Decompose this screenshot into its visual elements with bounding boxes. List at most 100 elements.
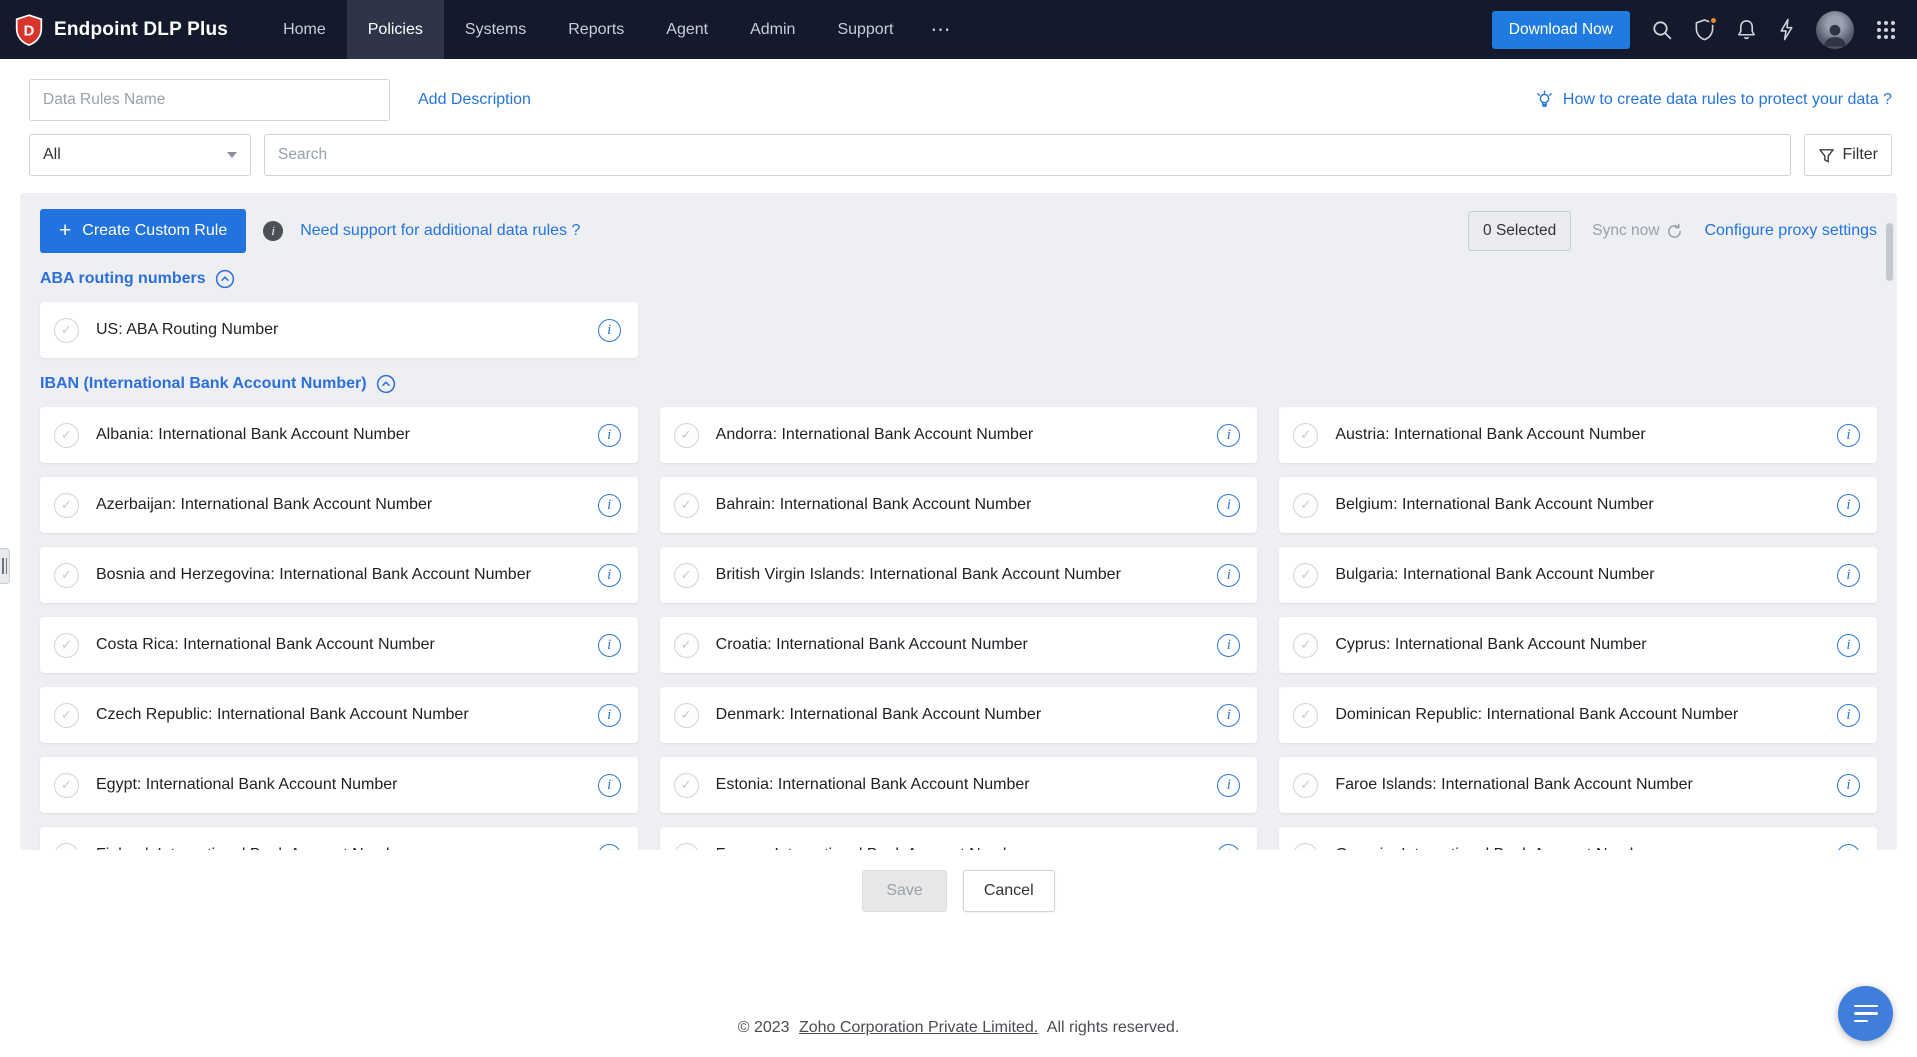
rule-card[interactable]: ✓ Egypt: International Bank Account Numbe… xyxy=(40,757,638,813)
rule-card[interactable]: ✓ Bosnia and Herzegovina: International B… xyxy=(40,547,638,603)
rule-select-circle[interactable]: ✓ xyxy=(54,317,79,343)
rule-info-icon[interactable]: i xyxy=(1837,703,1860,727)
rule-info-icon[interactable]: i xyxy=(597,493,621,517)
rule-card[interactable]: ✓ Estonia: International Bank Account Num… xyxy=(659,757,1258,813)
rule-select-circle[interactable]: ✓ xyxy=(1293,422,1319,448)
rule-info-icon[interactable]: i xyxy=(597,318,621,342)
rule-select-circle[interactable]: ✓ xyxy=(54,492,79,518)
rule-card[interactable]: ✓ Albania: International Bank Account Num… xyxy=(40,407,638,463)
rule-info-icon[interactable]: i xyxy=(1217,423,1241,447)
rule-select-circle[interactable]: ✓ xyxy=(673,632,699,658)
nav-item-admin[interactable]: Admin xyxy=(729,0,816,59)
add-description-link[interactable]: Add Description xyxy=(418,91,531,109)
rule-select-circle[interactable]: ✓ xyxy=(1293,702,1319,728)
nav-item-systems[interactable]: Systems xyxy=(444,0,547,59)
rule-card[interactable]: ✓ Finland: International Bank Account Num… xyxy=(40,827,638,850)
rule-select-circle[interactable]: ✓ xyxy=(1293,842,1319,850)
info-icon[interactable]: i xyxy=(263,221,284,241)
rule-select-circle[interactable]: ✓ xyxy=(54,842,79,850)
nav-item-support[interactable]: Support xyxy=(816,0,914,59)
rule-select-circle[interactable]: ✓ xyxy=(673,772,699,798)
configure-proxy-link[interactable]: Configure proxy settings xyxy=(1704,222,1877,240)
app-brand[interactable]: D Endpoint DLP Plus xyxy=(14,13,228,46)
sync-now-button[interactable]: Sync now xyxy=(1592,222,1683,240)
search-icon[interactable] xyxy=(1651,19,1673,41)
rule-info-icon[interactable]: i xyxy=(1837,843,1860,850)
rule-select-circle[interactable]: ✓ xyxy=(1293,632,1319,658)
panel-scrollbar-thumb[interactable] xyxy=(1886,223,1893,281)
rule-info-icon[interactable]: i xyxy=(1837,773,1860,797)
left-panel-handle[interactable] xyxy=(0,548,10,584)
rule-select-circle[interactable]: ✓ xyxy=(1293,492,1319,518)
collapse-section-icon[interactable] xyxy=(376,374,396,394)
rule-info-icon[interactable]: i xyxy=(1217,843,1241,850)
rule-select-circle[interactable]: ✓ xyxy=(54,702,79,728)
rule-card[interactable]: ✓ Denmark: International Bank Account Num… xyxy=(659,687,1258,743)
nav-more-button[interactable]: ⋯ xyxy=(914,0,968,59)
data-rules-name-input[interactable] xyxy=(29,79,390,121)
rule-info-icon[interactable]: i xyxy=(597,423,621,447)
support-request-link[interactable]: Need support for additional data rules ? xyxy=(300,222,580,240)
save-button[interactable]: Save xyxy=(862,870,947,912)
selected-count-badge[interactable]: 0 Selected xyxy=(1468,211,1572,251)
rule-info-icon[interactable]: i xyxy=(1217,633,1241,657)
create-custom-rule-button[interactable]: + Create Custom Rule xyxy=(40,209,247,253)
rule-select-circle[interactable]: ✓ xyxy=(54,422,79,448)
rule-card[interactable]: ✓ Andorra: International Bank Account Num… xyxy=(659,407,1258,463)
bell-icon[interactable] xyxy=(1736,18,1757,41)
rule-info-icon[interactable]: i xyxy=(1217,493,1241,517)
rule-info-icon[interactable]: i xyxy=(597,843,621,850)
rule-card[interactable]: ✓ Bahrain: International Bank Account Num… xyxy=(659,477,1258,533)
rule-select-circle[interactable]: ✓ xyxy=(54,772,79,798)
rule-select-circle[interactable]: ✓ xyxy=(673,492,699,518)
rule-card[interactable]: ✓ Georgia: International Bank Account Num… xyxy=(1279,827,1877,850)
rule-info-icon[interactable]: i xyxy=(597,703,621,727)
nav-item-policies[interactable]: Policies xyxy=(346,0,444,59)
rule-info-icon[interactable]: i xyxy=(1837,423,1860,447)
nav-item-agent[interactable]: Agent xyxy=(645,0,729,59)
rule-card[interactable]: ✓ Czech Republic: International Bank Acco… xyxy=(40,687,638,743)
assistant-fab-button[interactable] xyxy=(1838,986,1893,1041)
rule-select-circle[interactable]: ✓ xyxy=(54,562,79,588)
rule-select-circle[interactable]: ✓ xyxy=(673,842,699,850)
filter-button[interactable]: Filter xyxy=(1804,134,1892,176)
rule-card[interactable]: ✓ Costa Rica: International Bank Account … xyxy=(40,617,638,673)
company-link[interactable]: Zoho Corporation Private Limited. xyxy=(799,1019,1038,1036)
nav-item-home[interactable]: Home xyxy=(262,0,347,59)
security-shield-icon[interactable] xyxy=(1694,16,1718,41)
rule-select-circle[interactable]: ✓ xyxy=(54,632,79,658)
rule-select-circle[interactable]: ✓ xyxy=(1293,562,1319,588)
search-input[interactable] xyxy=(264,134,1792,176)
rule-card[interactable]: ✓ Dominican Republic: International Bank … xyxy=(1279,687,1877,743)
how-to-create-link[interactable]: How to create data rules to protect your… xyxy=(1535,90,1892,110)
rule-info-icon[interactable]: i xyxy=(1837,633,1860,657)
rule-info-icon[interactable]: i xyxy=(597,633,621,657)
rule-info-icon[interactable]: i xyxy=(1837,493,1860,517)
rule-card[interactable]: ✓ Croatia: International Bank Account Num… xyxy=(659,617,1258,673)
rule-card[interactable]: ✓ Azerbaijan: International Bank Account … xyxy=(40,477,638,533)
rule-select-circle[interactable]: ✓ xyxy=(1293,772,1319,798)
collapse-section-icon[interactable] xyxy=(215,269,235,289)
rule-card[interactable]: ✓ Belgium: International Bank Account Num… xyxy=(1279,477,1877,533)
lightning-bolt-icon[interactable] xyxy=(1778,18,1795,41)
rule-select-circle[interactable]: ✓ xyxy=(673,422,699,448)
rule-info-icon[interactable]: i xyxy=(1837,563,1860,587)
rule-card[interactable]: ✓ Bulgaria: International Bank Account Nu… xyxy=(1279,547,1877,603)
user-avatar[interactable] xyxy=(1816,10,1854,49)
rule-info-icon[interactable]: i xyxy=(1217,563,1241,587)
rule-card[interactable]: ✓ Cyprus: International Bank Account Numb… xyxy=(1279,617,1877,673)
download-now-button[interactable]: Download Now xyxy=(1491,10,1630,49)
category-dropdown[interactable]: All xyxy=(29,134,251,176)
rule-card[interactable]: ✓ Austria: International Bank Account Num… xyxy=(1279,407,1877,463)
rule-card[interactable]: ✓ France: International Bank Account Numb… xyxy=(659,827,1258,850)
rule-info-icon[interactable]: i xyxy=(597,773,621,797)
rule-info-icon[interactable]: i xyxy=(597,563,621,587)
nav-item-reports[interactable]: Reports xyxy=(547,0,645,59)
apps-grid-icon[interactable] xyxy=(1875,19,1897,41)
rule-info-icon[interactable]: i xyxy=(1217,773,1241,797)
rule-card[interactable]: ✓ British Virgin Islands: International B… xyxy=(659,547,1258,603)
rule-select-circle[interactable]: ✓ xyxy=(673,562,699,588)
rule-card[interactable]: ✓ US: ABA Routing Number i xyxy=(40,302,638,358)
rule-info-icon[interactable]: i xyxy=(1217,703,1241,727)
cancel-button[interactable]: Cancel xyxy=(962,870,1055,912)
